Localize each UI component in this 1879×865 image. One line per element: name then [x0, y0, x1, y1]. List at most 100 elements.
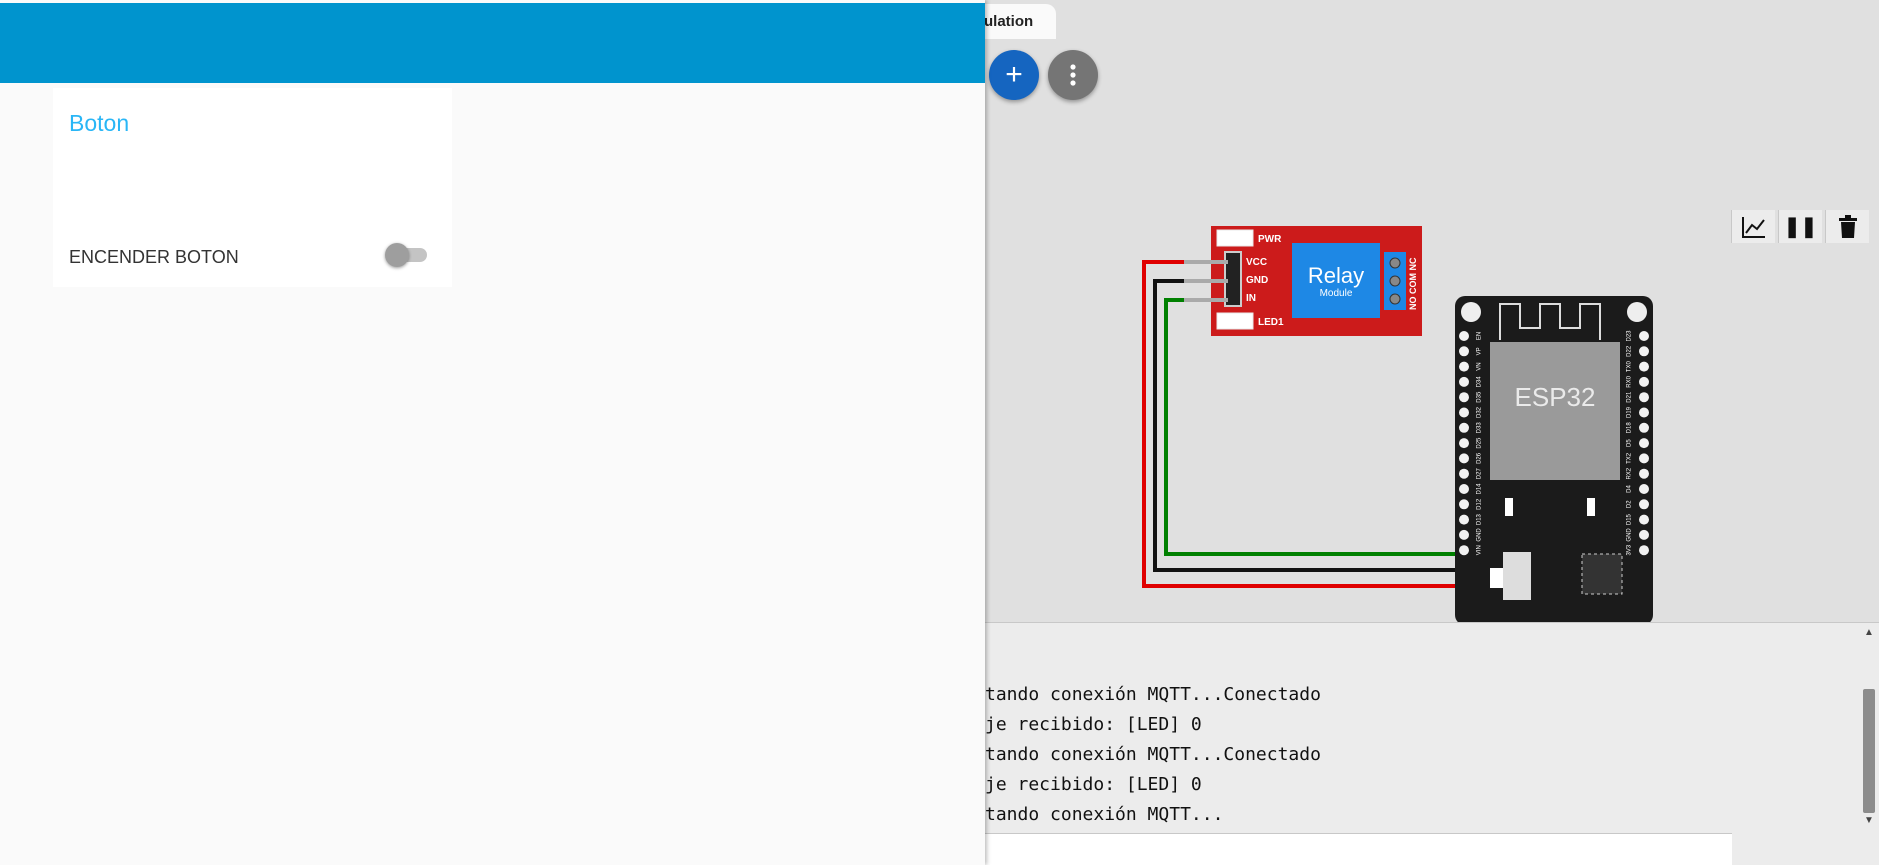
pin-label: D18 — [1627, 422, 1633, 434]
trash-icon — [1838, 214, 1857, 238]
pin-d27[interactable] — [1459, 468, 1469, 479]
pin-d19[interactable] — [1639, 407, 1649, 418]
pin-label: GND — [1477, 528, 1483, 542]
pin-label: TX0 — [1627, 360, 1633, 372]
pin-label: D32 — [1477, 406, 1483, 418]
pin-label: D34 — [1477, 376, 1483, 388]
serial-line: je recibido: [LED] 0 — [985, 774, 1202, 795]
relay-output-labels: NO COM NC — [1408, 257, 1418, 310]
pin-d22[interactable] — [1639, 346, 1649, 357]
pin-d18[interactable] — [1639, 422, 1649, 433]
pin-label: VP — [1477, 347, 1483, 355]
pin-d2[interactable] — [1639, 499, 1649, 510]
pin-label: 3V3 — [1627, 544, 1633, 555]
more-vertical-icon — [1070, 64, 1076, 86]
switch-card: Boton ENCENDER BOTON — [53, 88, 452, 287]
switch-knob — [385, 243, 409, 267]
wire-in[interactable] — [1164, 298, 1460, 556]
pin-gnd[interactable] — [1639, 529, 1649, 540]
pin-label: RX2 — [1627, 467, 1633, 479]
relay-pin-vcc: VCC — [1246, 257, 1267, 268]
scroll-up-icon[interactable]: ▲ — [1864, 627, 1874, 638]
pin-label: D13 — [1477, 513, 1483, 525]
pin-label: D23 — [1627, 330, 1633, 342]
esp32-board[interactable]: ESP32 EN VP VN D34 D35 D32 D33 D25 D26 D27 D14 D12 D… — [1455, 296, 1653, 625]
pin-d15[interactable] — [1639, 514, 1649, 525]
line-chart-icon — [1741, 216, 1765, 238]
serial-input[interactable] — [985, 833, 1732, 865]
pin-vin[interactable] — [1459, 545, 1469, 556]
pin-d33[interactable] — [1459, 422, 1469, 433]
pin-label: D22 — [1627, 345, 1633, 357]
pin-en[interactable] — [1459, 331, 1469, 341]
pin-label: D33 — [1477, 422, 1483, 434]
relay-pin-gnd: GND — [1246, 275, 1268, 286]
pin-d14[interactable] — [1459, 484, 1469, 494]
scroll-down-icon[interactable]: ▼ — [1864, 815, 1874, 826]
pin-d34[interactable] — [1459, 376, 1469, 387]
pin-label: D15 — [1627, 513, 1633, 525]
relay-module[interactable]: PWR LED1 VCC GND IN Relay Module NO COM … — [1184, 226, 1422, 336]
pin-label: D26 — [1477, 452, 1483, 464]
clear-button[interactable] — [1825, 210, 1869, 243]
relay-pin-in: IN — [1246, 293, 1256, 304]
dashboard-panel: Boton ENCENDER BOTON — [0, 0, 985, 865]
relay-subtitle: Module — [1320, 288, 1353, 299]
pin-d21[interactable] — [1639, 392, 1649, 403]
pin-d23[interactable] — [1639, 331, 1649, 341]
switch-label: ENCENDER BOTON — [69, 247, 239, 267]
pin-d5[interactable] — [1639, 438, 1649, 449]
pin-vn[interactable] — [1459, 361, 1469, 372]
pin-3v3[interactable] — [1639, 545, 1649, 556]
pin-label: D35 — [1477, 391, 1483, 403]
serial-output: tando conexión MQTT...Conectado je recibi… — [985, 680, 1321, 830]
serial-line: tando conexión MQTT... — [985, 804, 1224, 825]
serial-line: tando conexión MQTT...Conectado — [985, 744, 1321, 765]
serial-line: je recibido: [LED] 0 — [985, 714, 1202, 735]
pin-label: VN — [1477, 362, 1483, 370]
pin-d13[interactable] — [1459, 514, 1469, 525]
pin-label: D4 — [1627, 485, 1633, 493]
pause-icon: ❚❚ — [1783, 216, 1818, 238]
pin-gnd[interactable] — [1459, 529, 1469, 540]
pin-d32[interactable] — [1459, 407, 1469, 418]
pin-d25[interactable] — [1459, 438, 1469, 449]
plotter-button[interactable] — [1731, 210, 1775, 243]
relay-led-label: LED1 — [1258, 317, 1284, 328]
pause-button[interactable]: ❚❚ — [1778, 210, 1822, 243]
serial-line: tando conexión MQTT...Conectado — [985, 684, 1321, 705]
pin-tx2[interactable] — [1639, 453, 1649, 464]
add-part-button[interactable]: + — [989, 50, 1039, 100]
pin-label: D25 — [1477, 437, 1483, 449]
pin-label: TX2 — [1627, 452, 1633, 464]
pin-d12[interactable] — [1459, 499, 1469, 510]
pin-label: RX0 — [1627, 375, 1633, 387]
pin-label: D21 — [1627, 391, 1633, 403]
dashboard-header — [0, 3, 985, 83]
card-title: Boton — [69, 110, 130, 136]
circuit-canvas[interactable]: PWR LED1 VCC GND IN Relay Module NO COM … — [1100, 200, 1700, 625]
pin-label: D5 — [1627, 439, 1633, 447]
pin-d26[interactable] — [1459, 453, 1469, 464]
pin-label: D19 — [1627, 406, 1633, 418]
pin-vp[interactable] — [1459, 346, 1469, 357]
pin-label: D27 — [1477, 468, 1483, 480]
serial-monitor[interactable]: tando conexión MQTT...Conectado je recibi… — [985, 622, 1879, 865]
serial-scrollbar[interactable]: ▲ ▼ — [1859, 623, 1879, 833]
more-options-button[interactable] — [1048, 50, 1098, 100]
esp32-chip-label: ESP32 — [1515, 382, 1596, 412]
pin-rx0[interactable] — [1639, 376, 1649, 387]
relay-title: Relay — [1308, 263, 1364, 288]
encender-boton-switch[interactable] — [385, 243, 429, 267]
pin-label: D2 — [1627, 500, 1633, 508]
pin-label: EN — [1477, 332, 1483, 340]
pin-label: D12 — [1477, 498, 1483, 510]
pin-label: D14 — [1477, 483, 1483, 495]
pin-tx0[interactable] — [1639, 361, 1649, 372]
relay-pwr-label: PWR — [1258, 234, 1282, 245]
pin-label: GND — [1627, 528, 1633, 542]
pin-rx2[interactable] — [1639, 468, 1649, 479]
pin-d4[interactable] — [1639, 484, 1649, 494]
plus-icon: + — [1005, 58, 1023, 91]
pin-d35[interactable] — [1459, 392, 1469, 403]
